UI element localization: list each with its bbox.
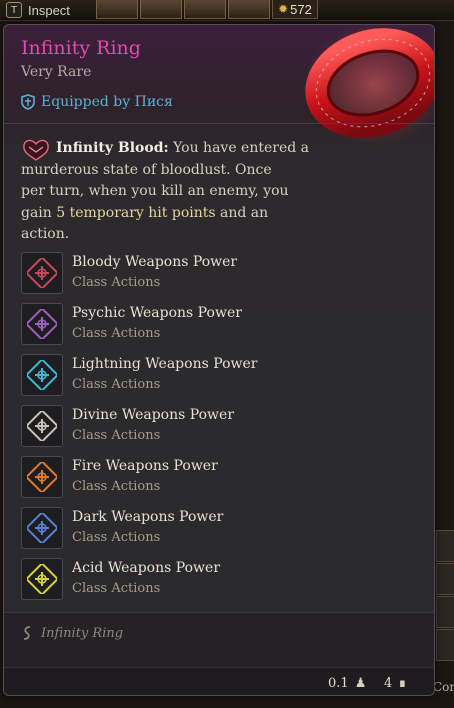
action-type: Class Actions [72, 377, 161, 392]
rune-knot-icon [27, 360, 57, 390]
hotbar-slot[interactable] [96, 0, 138, 19]
dark-weapons-icon [21, 507, 63, 549]
rune-knot-icon [27, 411, 57, 441]
fire-weapons-icon [21, 456, 63, 498]
value-coin-icon: ∎ [398, 676, 407, 691]
hotbar-slot[interactable] [140, 0, 182, 19]
gold-counter: ✹ 572 [272, 0, 318, 19]
action-type: Class Actions [72, 581, 161, 596]
action-dark-weapons-power[interactable]: Dark Weapons Power Class Actions [21, 507, 421, 558]
action-fire-weapons-power[interactable]: Fire Weapons Power Class Actions [21, 456, 421, 507]
rune-knot-icon [27, 462, 57, 492]
passive-line5: action. [21, 226, 70, 243]
action-name: Bloody Weapons Power [72, 254, 238, 270]
weight-stat: 0.1 ♟ [328, 676, 366, 691]
action-name: Psychic Weapons Power [72, 305, 242, 321]
footer-item-name: Infinity Ring [41, 625, 124, 641]
rune-knot-icon [27, 258, 57, 288]
action-divine-weapons-power[interactable]: Divine Weapons Power Class Actions [21, 405, 421, 456]
action-type: Class Actions [72, 275, 161, 290]
tooltip-header: Infinity Ring Very Rare Equipped by Пися [4, 25, 434, 147]
lightning-weapons-icon [21, 354, 63, 396]
action-psychic-weapons-power[interactable]: Psychic Weapons Power Class Actions [21, 303, 421, 354]
passive-line4-pre: gain [21, 204, 57, 221]
temp-hp-highlight: 5 temporary hit points [56, 204, 216, 221]
footer-item-ref: Infinity Ring [21, 625, 123, 641]
value-stat: 4 ∎ [384, 676, 407, 691]
side-slot[interactable] [436, 596, 454, 628]
rune-knot-icon [27, 513, 57, 543]
inspect-label: Inspect [28, 2, 70, 18]
item-rarity: Very Rare [21, 64, 92, 80]
corner-label: Con [433, 680, 454, 694]
rune-knot-icon [27, 564, 57, 594]
header-divider [4, 123, 434, 124]
inspect-key: T [6, 2, 22, 18]
item-tooltip: Infinity Ring Very Rare Equipped by Пися [3, 24, 435, 696]
acid-weapons-icon [21, 558, 63, 600]
action-type: Class Actions [72, 428, 161, 443]
weight-value: 0.1 [328, 676, 349, 691]
item-name: Infinity Ring [21, 37, 141, 59]
passive-title: Infinity Blood: [56, 140, 169, 156]
divine-weapons-icon [21, 405, 63, 447]
side-slot[interactable] [436, 530, 454, 562]
rune-knot-icon [27, 309, 57, 339]
action-bloody-weapons-power[interactable]: Bloody Weapons Power Class Actions [21, 252, 421, 303]
passive-line4-post: and an [215, 204, 269, 221]
hotbar-slot[interactable] [228, 0, 270, 19]
passive-line2: murderous state of bloodlust. Once [21, 161, 272, 178]
action-lightning-weapons-power[interactable]: Lightning Weapons Power Class Actions [21, 354, 421, 405]
granted-actions-list: Bloody Weapons Power Class Actions Psych… [21, 252, 421, 609]
action-name: Lightning Weapons Power [72, 356, 258, 372]
action-acid-weapons-power[interactable]: Acid Weapons Power Class Actions [21, 558, 421, 609]
hotbar-slot[interactable] [184, 0, 226, 19]
passive-line3: per turn, when you kill an enemy, you [21, 183, 289, 200]
weight-icon: ♟ [354, 676, 367, 691]
side-slot[interactable] [436, 629, 454, 661]
passive-description: Infinity Blood: You have entered a murde… [21, 138, 321, 246]
action-name: Divine Weapons Power [72, 407, 235, 423]
action-type: Class Actions [72, 326, 161, 341]
side-slot[interactable] [436, 563, 454, 595]
action-type: Class Actions [72, 479, 161, 494]
action-type: Class Actions [72, 530, 161, 545]
bloody-weapons-icon [21, 252, 63, 294]
action-name: Acid Weapons Power [72, 560, 221, 576]
link-hook-icon [23, 626, 31, 640]
hotbar-strip: T Inspect ✹ 572 [0, 0, 454, 21]
equipped-shield-icon [21, 94, 35, 110]
value-amount: 4 [384, 676, 393, 691]
passive-line4: gain 5 temporary hit points and an [21, 203, 321, 225]
action-name: Fire Weapons Power [72, 458, 218, 474]
gold-coin-icon: ✹ [278, 2, 289, 16]
stats-row [4, 667, 434, 695]
ring-icon [303, 25, 434, 147]
action-name: Dark Weapons Power [72, 509, 224, 525]
passive-line1: You have entered a [173, 140, 310, 156]
blood-wings-icon [23, 139, 49, 161]
gold-amount: 572 [290, 1, 312, 17]
equipped-by-text: Equipped by Пися [41, 94, 173, 110]
psychic-weapons-icon [21, 303, 63, 345]
equipped-by: Equipped by Пися [21, 94, 173, 110]
inspect-hint[interactable]: T Inspect [6, 1, 70, 19]
